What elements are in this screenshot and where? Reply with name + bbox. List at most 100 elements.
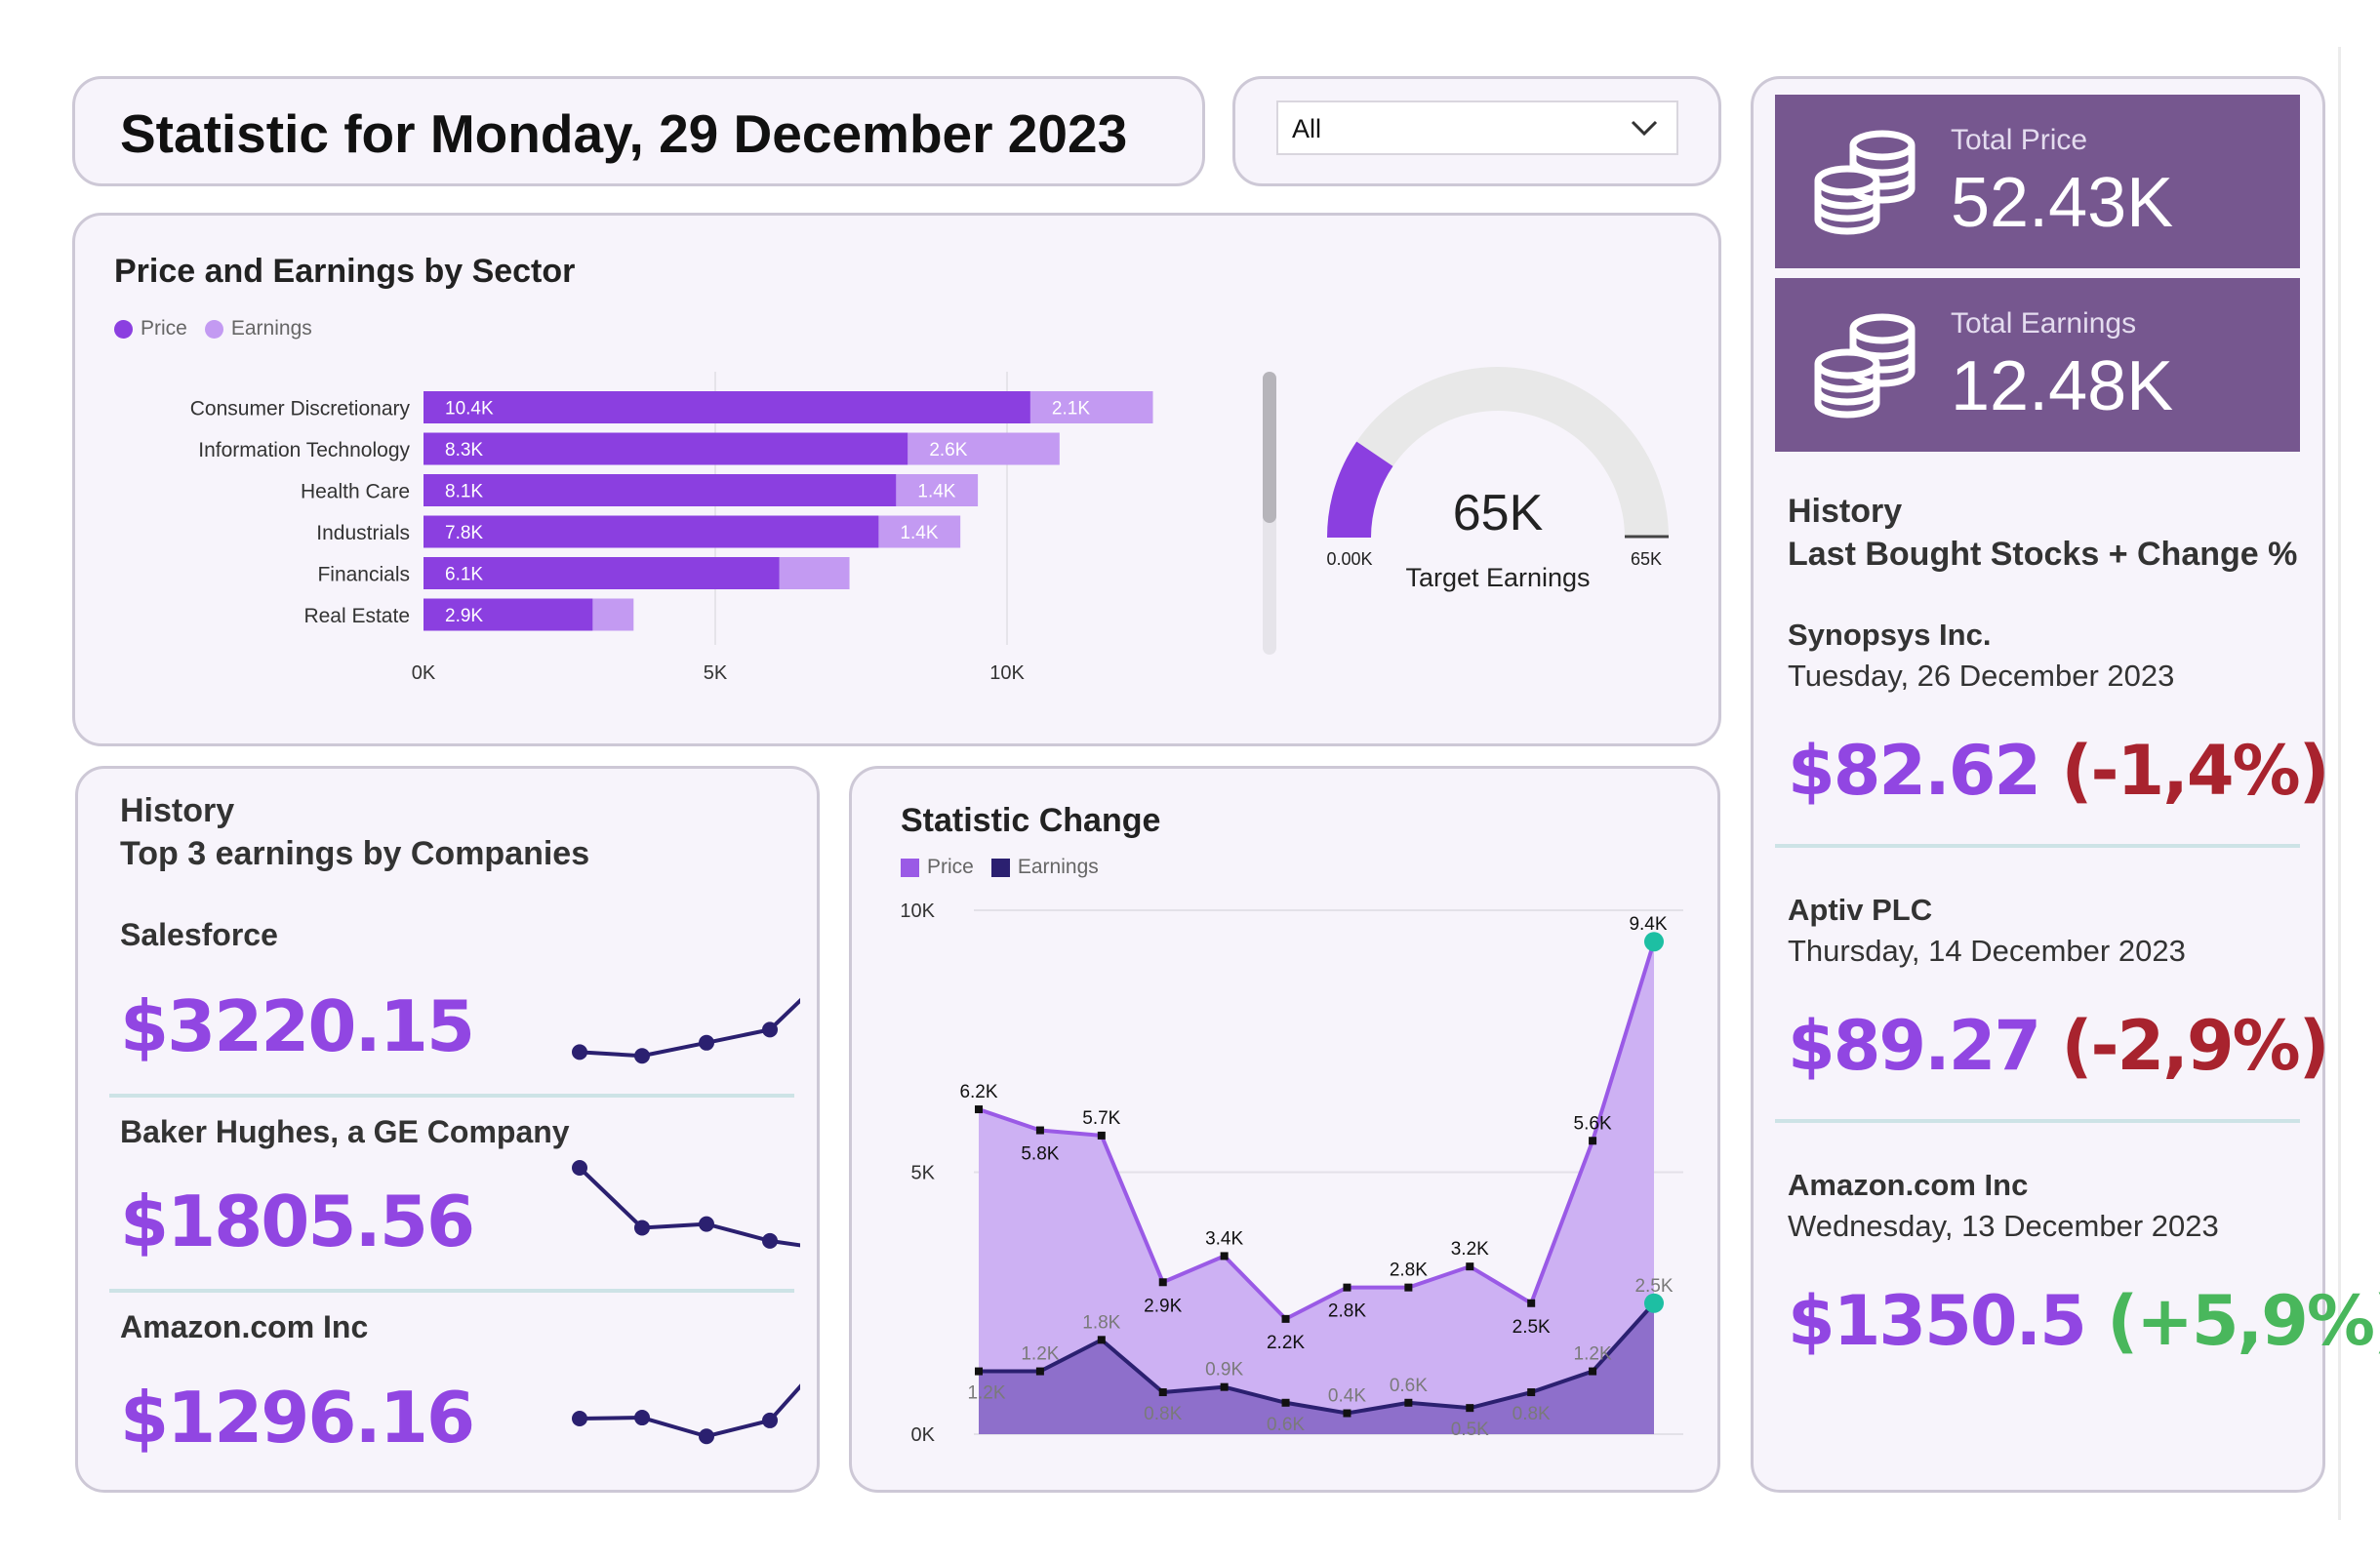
total-earnings-tile: Total Earnings 12.48K (1775, 278, 2300, 452)
sparkline-point[interactable] (572, 1160, 587, 1176)
earnings-highlight-point[interactable] (1644, 1293, 1664, 1313)
earnings-point[interactable] (1281, 1398, 1290, 1407)
sparkline-point[interactable] (762, 1021, 778, 1038)
price-data-label: 2.5K (1513, 1317, 1551, 1338)
sparkline-point[interactable] (634, 1220, 650, 1236)
statistic-change-card: Statistic Change Price Earnings 0K 5K 10K 6… (849, 766, 1720, 1493)
sparkline-point[interactable] (762, 1412, 778, 1428)
sparkline-point[interactable] (699, 1216, 714, 1232)
stock-price-change: $1350.5 (+5,9%) (1788, 1281, 2380, 1361)
earnings-data-label: 0.6K (1267, 1415, 1305, 1435)
price-point[interactable] (975, 1105, 983, 1114)
stock-change: (-2,9%) (2061, 1006, 2330, 1086)
earnings-point[interactable] (1035, 1367, 1044, 1376)
company-name: Amazon.com Inc (120, 1309, 369, 1344)
total-price-value: 52.43K (1951, 164, 2174, 242)
price-point[interactable] (1281, 1314, 1290, 1323)
price-point[interactable] (1589, 1137, 1597, 1145)
stock-name: Amazon.com Inc (1788, 1168, 2029, 1202)
category-label: Industrials (316, 522, 410, 544)
bar-earnings[interactable] (592, 598, 634, 631)
earnings-point[interactable] (1589, 1367, 1597, 1376)
y-tick-label: 5K (911, 1163, 936, 1184)
sparkline-point[interactable] (699, 1428, 714, 1445)
sparkline-point[interactable] (762, 1232, 778, 1249)
earnings-point[interactable] (1220, 1382, 1229, 1391)
bar-earnings-label: 1.4K (900, 523, 938, 543)
title-card: Statistic for Monday, 29 December 2023 (72, 76, 1205, 186)
sparkline-point[interactable] (572, 1044, 587, 1061)
category-label: Real Estate (303, 605, 410, 627)
earnings-point[interactable] (975, 1367, 983, 1376)
earnings-point[interactable] (1343, 1409, 1351, 1418)
earnings-point[interactable] (1404, 1398, 1413, 1407)
stocks-history-title: History (1788, 493, 1903, 530)
sector-filter-dropdown[interactable]: All (1276, 100, 1678, 155)
gauge-caption: Target Earnings (1405, 563, 1590, 592)
statistic-change-area-chart: 0K 5K 10K 6.2K 5.8K 5.7K 2.9K 3.4K 2.2K 2.8K 2.8K 3… (900, 901, 1683, 1446)
bar-price[interactable] (424, 391, 1030, 423)
price-point[interactable] (1404, 1283, 1413, 1292)
filter-selected-value: All (1292, 114, 1322, 143)
company-sparkline (572, 997, 800, 1064)
bar-earnings[interactable] (1029, 391, 1153, 423)
stock-price: $1350.5 (1788, 1281, 2087, 1361)
sparkline-path (579, 997, 800, 1059)
kpi-history-card: Total Price 52.43K Total Earnings 12.48K… (1751, 76, 2380, 1493)
price-point[interactable] (1343, 1283, 1351, 1292)
bar-price[interactable] (424, 432, 908, 465)
company-earnings-value: $3220.15 (120, 985, 475, 1067)
bar-price-label: 8.1K (445, 482, 483, 502)
y-tick-label: 10K (900, 901, 935, 922)
price-point[interactable] (1097, 1131, 1106, 1140)
price-point[interactable] (1220, 1252, 1229, 1261)
sparkline-point[interactable] (572, 1411, 587, 1426)
category-label: Health Care (301, 481, 410, 503)
y-tick-label: 0K (911, 1424, 936, 1446)
price-data-label: 2.2K (1267, 1333, 1305, 1353)
company-divider (109, 1094, 794, 1098)
stock-divider (1775, 844, 2300, 848)
price-point[interactable] (1527, 1299, 1536, 1307)
category-label: Information Technology (198, 439, 410, 461)
page-title: Statistic for Monday, 29 December 2023 (120, 103, 1128, 164)
chart-scrollbar[interactable] (1263, 372, 1276, 655)
earnings-data-label: 1.8K (1082, 1312, 1120, 1333)
stock-price-change: $89.27 (-2,9%) (1788, 1006, 2330, 1086)
sparkline-point[interactable] (634, 1048, 650, 1064)
bar-price[interactable] (424, 474, 897, 506)
earnings-point[interactable] (1158, 1388, 1167, 1397)
total-earnings-value: 12.48K (1951, 347, 2174, 425)
bar-earnings-label: 2.1K (1052, 399, 1090, 420)
bar-price[interactable] (424, 515, 879, 548)
price-point[interactable] (1466, 1262, 1474, 1271)
price-data-label: 5.8K (1021, 1144, 1059, 1165)
bar-price-label: 6.1K (445, 565, 483, 585)
earnings-data-label: 0.4K (1328, 1386, 1366, 1407)
earnings-data-label: 1.2K (1021, 1344, 1059, 1365)
earnings-data-label: 0.8K (1513, 1404, 1551, 1424)
stocks-history-subtitle: Last Bought Stocks + Change % (1788, 536, 2298, 573)
stock-name: Aptiv PLC (1788, 893, 1933, 927)
earnings-point[interactable] (1527, 1388, 1536, 1397)
earnings-data-label: 0.9K (1205, 1360, 1243, 1381)
bar-earnings-label: 1.4K (917, 482, 955, 502)
earnings-point[interactable] (1466, 1404, 1474, 1413)
price-point[interactable] (1158, 1278, 1167, 1287)
price-data-label: 2.8K (1390, 1261, 1428, 1281)
price-point[interactable] (1035, 1126, 1044, 1135)
top-companies-title: History (120, 792, 235, 829)
price-data-label: 3.2K (1451, 1239, 1489, 1260)
company-divider (109, 1289, 794, 1293)
total-earnings-label: Total Earnings (1951, 307, 2137, 340)
top-companies-card: History Top 3 earnings by Companies Sale… (75, 766, 820, 1493)
sparkline-point[interactable] (699, 1034, 714, 1051)
chart-scrollbar-thumb[interactable] (1263, 372, 1276, 523)
company-earnings-value: $1296.16 (120, 1377, 475, 1459)
earnings-data-label: 1.2K (967, 1383, 1005, 1404)
earnings-point[interactable] (1097, 1336, 1106, 1344)
company-sparkline (572, 1383, 800, 1445)
sparkline-point[interactable] (634, 1410, 650, 1426)
x-tick-label: 5K (704, 662, 728, 684)
bar-earnings[interactable] (779, 557, 850, 589)
